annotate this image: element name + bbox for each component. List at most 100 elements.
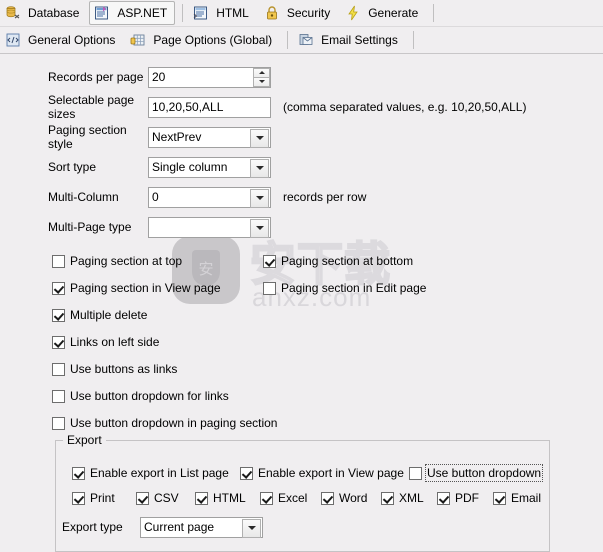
export-type-select[interactable]: Current page <box>140 516 263 538</box>
checkbox-box[interactable] <box>321 491 334 505</box>
checkbox-links-on-left-side[interactable]: Links on left side <box>52 335 159 349</box>
export-type-row: Export type Current page <box>56 516 526 538</box>
selectable-page-sizes-input[interactable] <box>148 96 271 118</box>
checkbox-box[interactable] <box>437 491 450 505</box>
checkbox-label: Email <box>511 491 542 505</box>
checkbox-box[interactable] <box>260 491 273 505</box>
page-options-icon <box>130 32 146 48</box>
checkbox-enable-export-in-list-page[interactable]: Enable export in List page <box>72 466 229 480</box>
checkbox-format-excel[interactable]: Excel <box>260 491 307 505</box>
toolbar-item-page-options[interactable]: Page Options (Global) <box>125 28 280 52</box>
checkbox-label: Links on left side <box>70 335 160 349</box>
stepper-down-button[interactable] <box>253 77 270 87</box>
checkbox-format-csv[interactable]: CSV <box>136 491 179 505</box>
toolbar-item-label: HTML <box>216 6 249 20</box>
checkbox-box[interactable] <box>136 491 149 505</box>
checkbox-label: Word <box>339 491 368 505</box>
chevron-down-icon[interactable] <box>250 188 269 208</box>
multi-page-type-select[interactable] <box>148 216 271 238</box>
field-label: Selectable page sizes <box>48 93 135 121</box>
checkbox-box[interactable] <box>52 308 65 322</box>
lightning-icon <box>345 5 361 21</box>
general-options-icon <box>5 32 21 48</box>
checkbox-format-print[interactable]: Print <box>72 491 115 505</box>
checkbox-box[interactable] <box>52 416 65 430</box>
field-row-sort-type: Sort type Single column <box>0 152 603 182</box>
toolbar-item-label: Security <box>286 6 331 20</box>
checkbox-box[interactable] <box>72 466 85 480</box>
checkbox-box[interactable] <box>52 281 65 295</box>
chevron-down-icon[interactable] <box>250 218 269 238</box>
toolbar-item-security[interactable]: Security <box>259 1 338 25</box>
checkbox-box[interactable] <box>52 362 65 376</box>
checkbox-label: Enable export in List page <box>90 466 229 480</box>
field-label: Sort type <box>48 160 97 174</box>
checkbox-label: Paging section in View page <box>70 281 221 295</box>
toolbar-item-email-settings[interactable]: Email Settings <box>293 28 406 52</box>
checkbox-paging-section-at-bottom[interactable]: Paging section at bottom <box>263 254 413 268</box>
checkbox-label: Use button dropdown for links <box>70 389 229 403</box>
multi-column-select[interactable]: 0 <box>148 186 271 208</box>
checkbox-label: Excel <box>278 491 308 505</box>
sort-type-select[interactable]: Single column <box>148 156 271 178</box>
checkbox-label: Paging section at top <box>70 254 183 268</box>
checkbox-format-email[interactable]: Email <box>493 491 541 505</box>
checkbox-paging-section-at-top[interactable]: Paging section at top <box>52 254 182 268</box>
checkbox-paging-section-in-edit-page[interactable]: Paging section in Edit page <box>263 281 426 295</box>
checkbox-format-html[interactable]: HTML <box>195 491 246 505</box>
checkbox-box[interactable] <box>240 466 253 480</box>
checkbox-label: CSV <box>154 491 179 505</box>
toolbar-item-label: Generate <box>368 6 419 20</box>
options-block: Paging section at top Paging section at … <box>0 248 603 443</box>
checkbox-box[interactable] <box>52 389 65 403</box>
checkbox-box[interactable] <box>195 491 208 505</box>
checkbox-format-word[interactable]: Word <box>321 491 367 505</box>
checkbox-box[interactable] <box>52 254 65 268</box>
checkbox-box[interactable] <box>263 281 276 295</box>
toolbar-item-label: Page Options (Global) <box>153 33 273 47</box>
checkbox-box[interactable] <box>263 254 276 268</box>
toolbar-item-html[interactable]: HTML <box>188 1 257 25</box>
checkbox-use-buttons-as-links[interactable]: Use buttons as links <box>52 362 177 376</box>
toolbar-separator <box>287 31 289 49</box>
multi-column-suffix: records per row <box>283 190 367 204</box>
email-settings-icon <box>298 32 314 48</box>
checkbox-box[interactable] <box>409 466 422 480</box>
checkbox-box[interactable] <box>72 491 85 505</box>
checkbox-box[interactable] <box>52 335 65 349</box>
chevron-down-icon[interactable] <box>250 128 269 148</box>
checkbox-box[interactable] <box>493 491 506 505</box>
checkbox-label: PDF <box>455 491 479 505</box>
sub-toolbar: General Options Page Options (Global) Em… <box>0 27 603 54</box>
checkbox-multiple-delete[interactable]: Multiple delete <box>52 308 147 322</box>
checkbox-use-button-dropdown-in-paging-section[interactable]: Use button dropdown in paging section <box>52 416 277 430</box>
toolbar-item-aspnet[interactable]: ASP.NET <box>89 1 176 25</box>
stepper-buttons[interactable] <box>253 67 270 87</box>
toolbar-item-general-options[interactable]: General Options <box>0 28 123 52</box>
field-label: Records per page <box>48 70 144 84</box>
paging-section-style-select[interactable]: NextPrev <box>148 126 271 148</box>
checkbox-enable-export-in-view-page[interactable]: Enable export in View page <box>240 466 404 480</box>
checkbox-label: Print <box>90 491 115 505</box>
toolbar-item-generate[interactable]: Generate <box>340 1 426 25</box>
checkbox-use-button-dropdown-for-links[interactable]: Use button dropdown for links <box>52 389 229 403</box>
stepper-up-button[interactable] <box>253 67 270 78</box>
checkbox-format-xml[interactable]: XML <box>381 491 424 505</box>
export-type-label: Export type <box>62 520 123 534</box>
records-per-page-stepper[interactable] <box>148 66 271 88</box>
chevron-down-icon[interactable] <box>250 158 269 178</box>
checkbox-label: Use button dropdown <box>424 464 544 482</box>
field-row-records-per-page: Records per page <box>0 62 603 92</box>
toolbar-item-database[interactable]: Database <box>0 1 87 25</box>
export-group-title: Export <box>63 433 106 447</box>
checkbox-label: Use button dropdown in paging section <box>70 416 278 430</box>
chevron-down-icon[interactable] <box>242 518 261 538</box>
checkbox-label: HTML <box>213 491 246 505</box>
checkbox-box[interactable] <box>381 491 394 505</box>
toolbar-separator <box>433 4 435 22</box>
export-group: Export Enable export in List page Enable… <box>55 433 550 552</box>
checkbox-paging-section-in-view-page[interactable]: Paging section in View page <box>52 281 221 295</box>
checkbox-format-pdf[interactable]: PDF <box>437 491 479 505</box>
toolbar-separator <box>412 31 414 49</box>
checkbox-use-button-dropdown[interactable]: Use button dropdown <box>409 464 544 482</box>
